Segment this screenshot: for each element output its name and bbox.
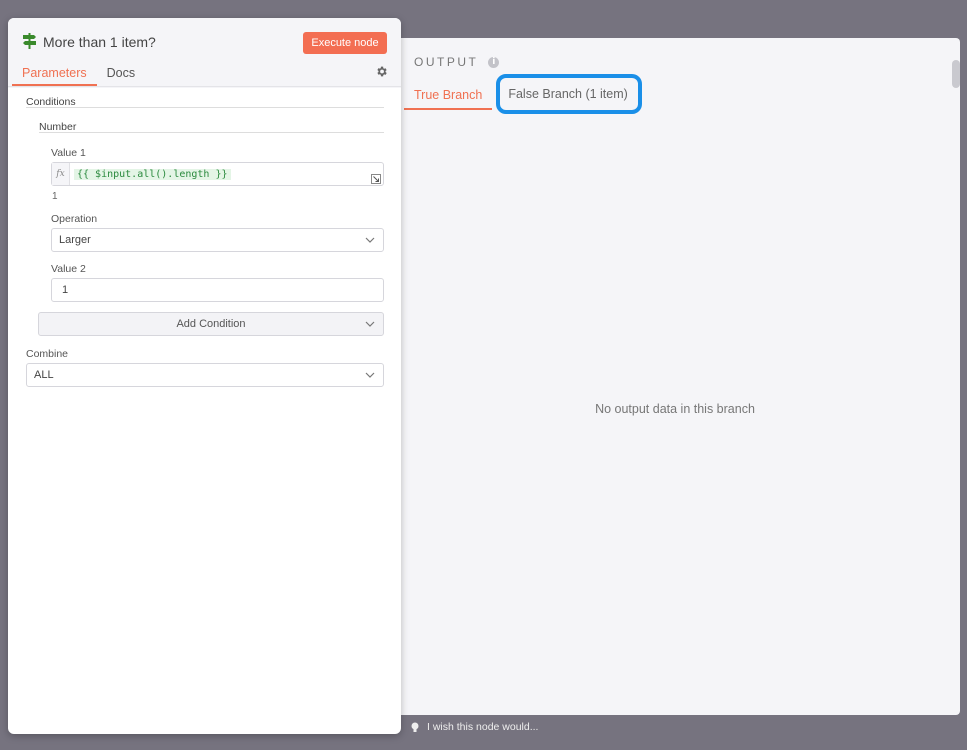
- tab-parameters[interactable]: Parameters: [12, 62, 97, 86]
- chevron-down-icon: [365, 372, 375, 378]
- expand-icon[interactable]: [371, 174, 381, 184]
- scrollbar[interactable]: [952, 60, 960, 88]
- info-icon[interactable]: i: [488, 56, 500, 68]
- add-condition-button[interactable]: Add Condition: [38, 312, 384, 336]
- value1-label: Value 1: [51, 147, 86, 159]
- empty-output-message: No output data in this branch: [595, 402, 755, 416]
- conditions-divider: [26, 107, 384, 108]
- output-header: OUTPUT i: [414, 55, 500, 69]
- execute-node-button[interactable]: Execute node: [303, 32, 387, 54]
- value1-expression: {{ $input.all().length }}: [74, 168, 231, 180]
- value2-input[interactable]: 1: [51, 278, 384, 302]
- tab-docs[interactable]: Docs: [97, 62, 145, 86]
- feedback-label: I wish this node would...: [427, 721, 539, 733]
- parameter-tabs: Parameters Docs: [12, 62, 145, 86]
- value2-label: Value 2: [51, 263, 86, 275]
- node-title[interactable]: More than 1 item?: [43, 34, 156, 50]
- parameters-panel: More than 1 item? Execute node Parameter…: [8, 18, 401, 734]
- feedback-link[interactable]: I wish this node would...: [411, 721, 538, 733]
- fx-icon: fx: [52, 163, 70, 185]
- output-title: OUTPUT: [414, 55, 479, 69]
- combine-label: Combine: [26, 348, 69, 360]
- gear-icon[interactable]: [375, 65, 388, 78]
- chevron-down-icon: [365, 237, 375, 243]
- tab-true-branch[interactable]: True Branch: [404, 80, 493, 110]
- signpost-icon: [23, 33, 36, 49]
- chevron-down-icon: [365, 321, 375, 327]
- operation-select[interactable]: Larger: [51, 228, 384, 252]
- operation-value: Larger: [59, 234, 91, 246]
- header-divider: [8, 86, 401, 87]
- combine-select[interactable]: ALL: [26, 363, 384, 387]
- combine-value: ALL: [34, 369, 54, 381]
- value1-expression-input[interactable]: fx {{ $input.all().length }}: [51, 162, 384, 186]
- operation-label: Operation: [51, 213, 98, 225]
- value1-preview: 1: [52, 191, 58, 202]
- lightbulb-icon: [411, 722, 419, 732]
- add-condition-label: Add Condition: [176, 318, 246, 330]
- output-tabs: True Branch False Branch (1 item): [404, 74, 642, 114]
- value2-value: 1: [62, 284, 69, 296]
- tab-false-branch[interactable]: False Branch (1 item): [496, 74, 642, 114]
- output-panel: OUTPUT i True Branch False Branch (1 ite…: [390, 38, 960, 715]
- number-divider: [39, 132, 384, 133]
